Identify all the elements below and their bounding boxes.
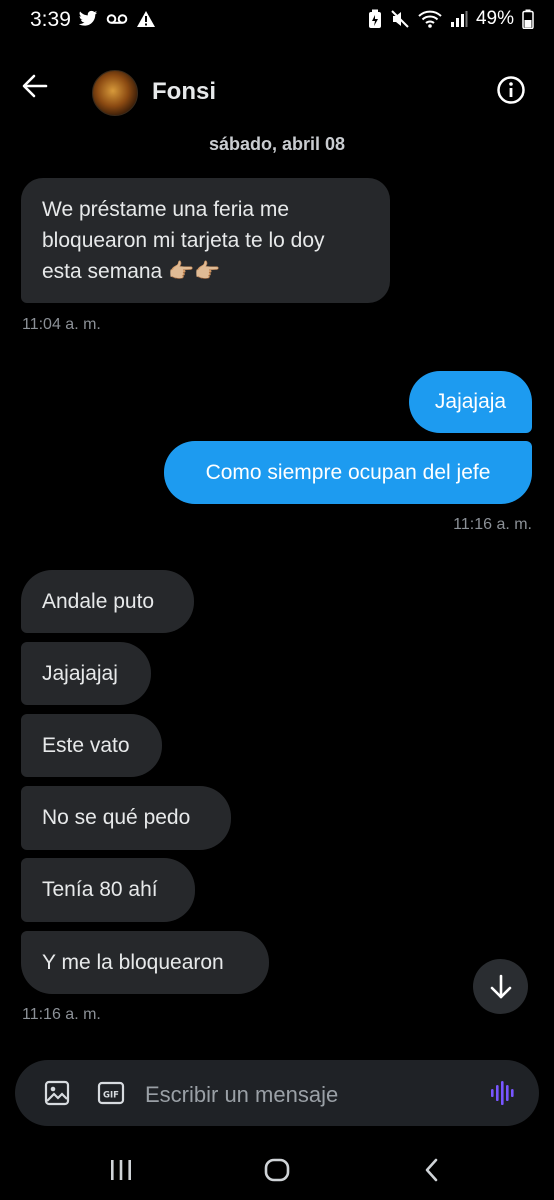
- date-separator: sábado, abril 08: [208, 134, 346, 154]
- scroll-to-bottom-button[interactable]: [473, 959, 528, 1014]
- message-timestamp: 11:04 a. m.: [22, 316, 101, 333]
- message-timestamp: 11:16 a. m.: [453, 516, 532, 533]
- message-bubble-incoming[interactable]: We préstame una feria me bloquearon mi t…: [21, 178, 390, 303]
- message-bubble-incoming[interactable]: Jajajajaj: [21, 642, 151, 705]
- warning-icon: [137, 11, 155, 27]
- arrow-left-icon: [22, 74, 48, 98]
- message-line: bloquearon mi tarjeta te lo doy: [42, 229, 325, 252]
- battery-icon: [522, 9, 534, 29]
- back-icon: [425, 1158, 438, 1182]
- message-bubble-incoming[interactable]: Y me la bloquearon: [21, 931, 269, 994]
- message-line: We préstame una feria me: [42, 198, 290, 221]
- home-icon: [264, 1158, 290, 1182]
- gif-label: GIF: [103, 1091, 119, 1101]
- message-timestamp: 11:16 a. m.: [22, 1006, 101, 1023]
- info-button[interactable]: [496, 75, 526, 105]
- contact-name[interactable]: Fonsi: [152, 78, 216, 106]
- info-icon: [497, 76, 525, 104]
- battery-saver-icon: [368, 9, 381, 28]
- message-bubble-incoming[interactable]: Este vato: [21, 714, 162, 777]
- twitter-icon: [78, 10, 98, 26]
- voicemail-icon: [106, 14, 128, 24]
- add-gif-button[interactable]: GIF: [97, 1080, 125, 1106]
- message-bubble-outgoing[interactable]: Jajajaja: [409, 371, 532, 433]
- message-bubble-incoming[interactable]: No se qué pedo: [21, 786, 231, 850]
- signal-icon: [450, 11, 468, 27]
- gif-icon: GIF: [97, 1081, 125, 1105]
- voice-message-button[interactable]: [489, 1080, 517, 1106]
- message-composer: GIF: [15, 1060, 539, 1126]
- arrow-down-icon: [490, 974, 511, 998]
- back-button[interactable]: [22, 74, 62, 108]
- avatar[interactable]: [92, 70, 138, 116]
- message-line: esta semana 👉🏼👉🏼: [42, 260, 221, 283]
- system-back-button[interactable]: [412, 1154, 452, 1186]
- recents-button[interactable]: [101, 1154, 141, 1186]
- message-input[interactable]: [143, 1079, 477, 1111]
- add-image-button[interactable]: [44, 1080, 70, 1106]
- message-bubble-outgoing[interactable]: Como siempre ocupan del jefe: [164, 441, 532, 504]
- status-left-icons: [78, 10, 156, 28]
- conversation-header: Fonsi: [0, 60, 554, 122]
- message-bubble-incoming[interactable]: Tenía 80 ahí: [21, 858, 195, 922]
- status-right: 49%: [368, 8, 534, 30]
- image-icon: [44, 1080, 70, 1106]
- battery-percent: 49%: [475, 8, 514, 29]
- home-button[interactable]: [257, 1154, 297, 1186]
- status-time: 3:39: [30, 8, 71, 31]
- system-nav-bar: [0, 1140, 554, 1200]
- status-bar: 3:39 49%: [0, 0, 554, 44]
- message-bubble-incoming[interactable]: Andale puto: [21, 570, 194, 633]
- recents-icon: [111, 1160, 131, 1180]
- mute-icon: [391, 10, 409, 28]
- wifi-icon: [418, 10, 442, 28]
- voice-wave-icon: [491, 1081, 514, 1105]
